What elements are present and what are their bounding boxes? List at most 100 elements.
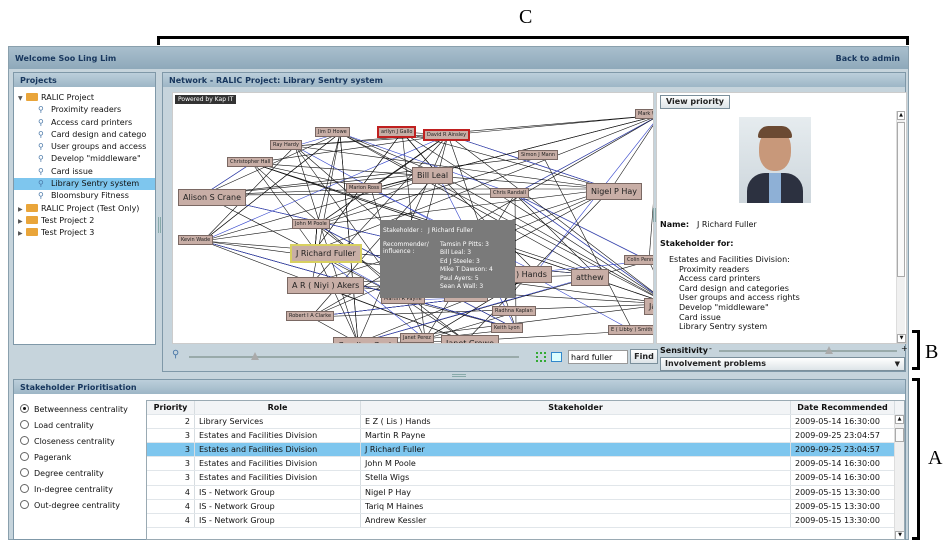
involvement-problems-dropdown[interactable]: Involvement problems ▼ (660, 357, 905, 371)
network-node[interactable]: A R ( Niyi ) Akers (287, 277, 365, 294)
tree-item[interactable]: ⚲ Bloomsbury Fitness (14, 190, 155, 202)
find-button[interactable]: Find (630, 349, 658, 364)
table-row[interactable]: 2 Library Services E Z ( Lis ) Hands 2009-0… (147, 415, 904, 430)
table-row[interactable]: 4 IS - Network Group Andrew Kessler 2009-05… (147, 513, 904, 528)
table-scroll-thumb[interactable] (895, 428, 904, 442)
radio-button[interactable] (20, 468, 29, 477)
table-row[interactable]: 3 Estates and Facilities Division John M P… (147, 457, 904, 472)
network-node[interactable]: Janet Crowe (441, 335, 499, 343)
network-node[interactable]: Radhna Kaplan (492, 306, 536, 316)
radio-button[interactable] (20, 436, 29, 445)
collapsed-arrow-icon[interactable]: ▶ (18, 228, 26, 240)
query-icon: ⚲ (38, 117, 44, 127)
network-node[interactable]: Chris Randall (490, 188, 529, 198)
network-node[interactable]: atthew (571, 269, 609, 286)
radio-button[interactable] (20, 500, 29, 509)
centrality-option[interactable]: Out-degree centrality (20, 498, 128, 514)
radio-button[interactable] (20, 452, 29, 461)
network-node[interactable]: Simon J Mann (518, 150, 559, 160)
prioritisation-title: Stakeholder Prioritisation (14, 380, 905, 394)
zoom-slider[interactable] (189, 352, 519, 360)
network-node[interactable]: J Richard Fuller (290, 244, 362, 263)
horizontal-splitter-handle[interactable] (452, 374, 466, 377)
tree-item[interactable]: ⚲ Proximity readers (14, 104, 155, 116)
table-row[interactable]: 3 Estates and Facilities Division Stella W… (147, 471, 904, 486)
tree-item[interactable]: ⚲ Card issue (14, 166, 155, 178)
info-scrollbar[interactable]: ▲ ▼ (896, 111, 906, 343)
network-node[interactable]: E ( Libby ) Smith (608, 325, 653, 335)
tree-item[interactable]: ▼ RALIC Project (14, 92, 155, 104)
network-node[interactable]: Colin Penn (624, 255, 653, 265)
tree-item[interactable]: ⚲ Develop "middleware" (14, 153, 155, 165)
table-scroll-down[interactable]: ▼ (895, 531, 904, 539)
centrality-option[interactable]: Betweenness centrality (20, 402, 128, 418)
network-node[interactable]: ) Hands (511, 266, 552, 283)
tree-item[interactable]: ▶ Test Project 2 (14, 215, 155, 227)
tree-item[interactable]: ⚲ Access card printers (14, 117, 155, 129)
network-node[interactable]: Jas (644, 298, 653, 315)
table-cell: 2009-05-15 13:30:00 (791, 499, 895, 513)
table-cell: 2009-09-25 23:04:57 (791, 429, 895, 443)
network-node[interactable]: David R Ainsley (423, 129, 471, 141)
col-date[interactable]: Date Recommended (791, 401, 895, 415)
table-row[interactable]: 4 IS - Network Group Tariq M Haines 2009-05… (147, 499, 904, 514)
table-cell: E Z ( Lis ) Hands (361, 415, 791, 429)
table-cell: 2009-05-15 13:30:00 (791, 485, 895, 499)
network-node[interactable]: Keith Lyon (491, 323, 523, 333)
network-node[interactable]: Bill Leal (412, 167, 454, 184)
network-node[interactable]: Ray Hardy (270, 140, 302, 150)
centrality-option[interactable]: Closeness centrality (20, 434, 128, 450)
tooltip-recommender-list: Tamsin P Pitts: 3 Bill Leal: 3 Ed J Steele… (440, 241, 493, 291)
collapsed-arrow-icon[interactable]: ▶ (18, 216, 26, 228)
tree-item[interactable]: ⚲ User groups and access (14, 141, 155, 153)
tree-item[interactable]: ▶ Test Project 3 (14, 227, 155, 239)
col-role[interactable]: Role (195, 401, 361, 415)
tree-item[interactable]: ⚲ Library Sentry system (14, 178, 155, 191)
project-tree: ▼ RALIC Project ⚲ Proximity readers ⚲ Access … (14, 87, 155, 240)
centrality-option[interactable]: Load centrality (20, 418, 128, 434)
table-row[interactable]: 3 Estates and Facilities Division Martin R… (147, 429, 904, 444)
table-row[interactable]: 4 IS - Network Group Nigel P Hay 2009-05-15… (147, 485, 904, 500)
network-node[interactable]: Marion Ross (346, 183, 383, 193)
tree-item[interactable]: ⚲ Card design and catego (14, 129, 155, 141)
expanded-arrow-icon[interactable]: ▼ (18, 93, 26, 105)
centrality-option[interactable]: Pagerank (20, 450, 128, 466)
back-to-admin-link[interactable]: Back to admin (836, 54, 900, 63)
scroll-down-arrow[interactable]: ▼ (897, 334, 906, 343)
scroll-up-arrow[interactable]: ▲ (897, 111, 905, 120)
col-stakeholder[interactable]: Stakeholder (361, 401, 791, 415)
zoom-slider-thumb[interactable] (251, 352, 259, 360)
network-graph[interactable]: Mark W arilyn J Gallo David R Ainsley Jim D… (172, 92, 654, 344)
network-node[interactable]: Robert I A Clarke (286, 311, 335, 321)
radio-button[interactable] (20, 484, 29, 493)
sensitivity-slider-thumb[interactable] (825, 346, 834, 354)
table-scrollbar[interactable]: ▲ ▼ (894, 415, 904, 539)
table-scroll-up[interactable]: ▲ (895, 415, 904, 424)
network-node[interactable]: Janet Perez (400, 333, 434, 343)
sensitivity-slider[interactable] (719, 346, 897, 354)
stakeholder-search-input[interactable] (568, 350, 628, 364)
network-node[interactable]: Kevin Wade (178, 235, 214, 245)
fit-view-icon[interactable] (536, 352, 546, 362)
radio-button[interactable] (20, 404, 29, 413)
table-row[interactable]: 3 Estates and Facilities Division J Richar… (147, 443, 904, 458)
network-node[interactable]: arilyn J Gallo (377, 126, 417, 138)
network-node[interactable]: John M Poole (292, 219, 330, 229)
table-cell: 3 (147, 429, 195, 443)
network-node[interactable]: Caroline Cook (333, 337, 399, 343)
overview-icon[interactable] (551, 352, 562, 362)
view-priority-button[interactable]: View priority (660, 95, 730, 109)
network-node[interactable]: Mark W (635, 109, 653, 119)
tree-item[interactable]: ▶ RALIC Project (Test Only) (14, 203, 155, 215)
centrality-option[interactable]: Degree centrality (20, 466, 128, 482)
col-priority[interactable]: Priority (147, 401, 195, 415)
network-node[interactable]: Jim D Howe (315, 127, 350, 137)
network-node[interactable]: Christopher Hall (227, 157, 274, 167)
network-node[interactable]: Nigel P Hay (586, 183, 642, 200)
centrality-option[interactable]: In-degree centrality (20, 482, 128, 498)
network-node[interactable]: Alison S Crane (178, 189, 246, 206)
radio-button[interactable] (20, 420, 29, 429)
scroll-thumb[interactable] (897, 122, 905, 277)
splitter-handle-vertical[interactable] (158, 217, 161, 233)
collapsed-arrow-icon[interactable]: ▶ (18, 204, 26, 216)
